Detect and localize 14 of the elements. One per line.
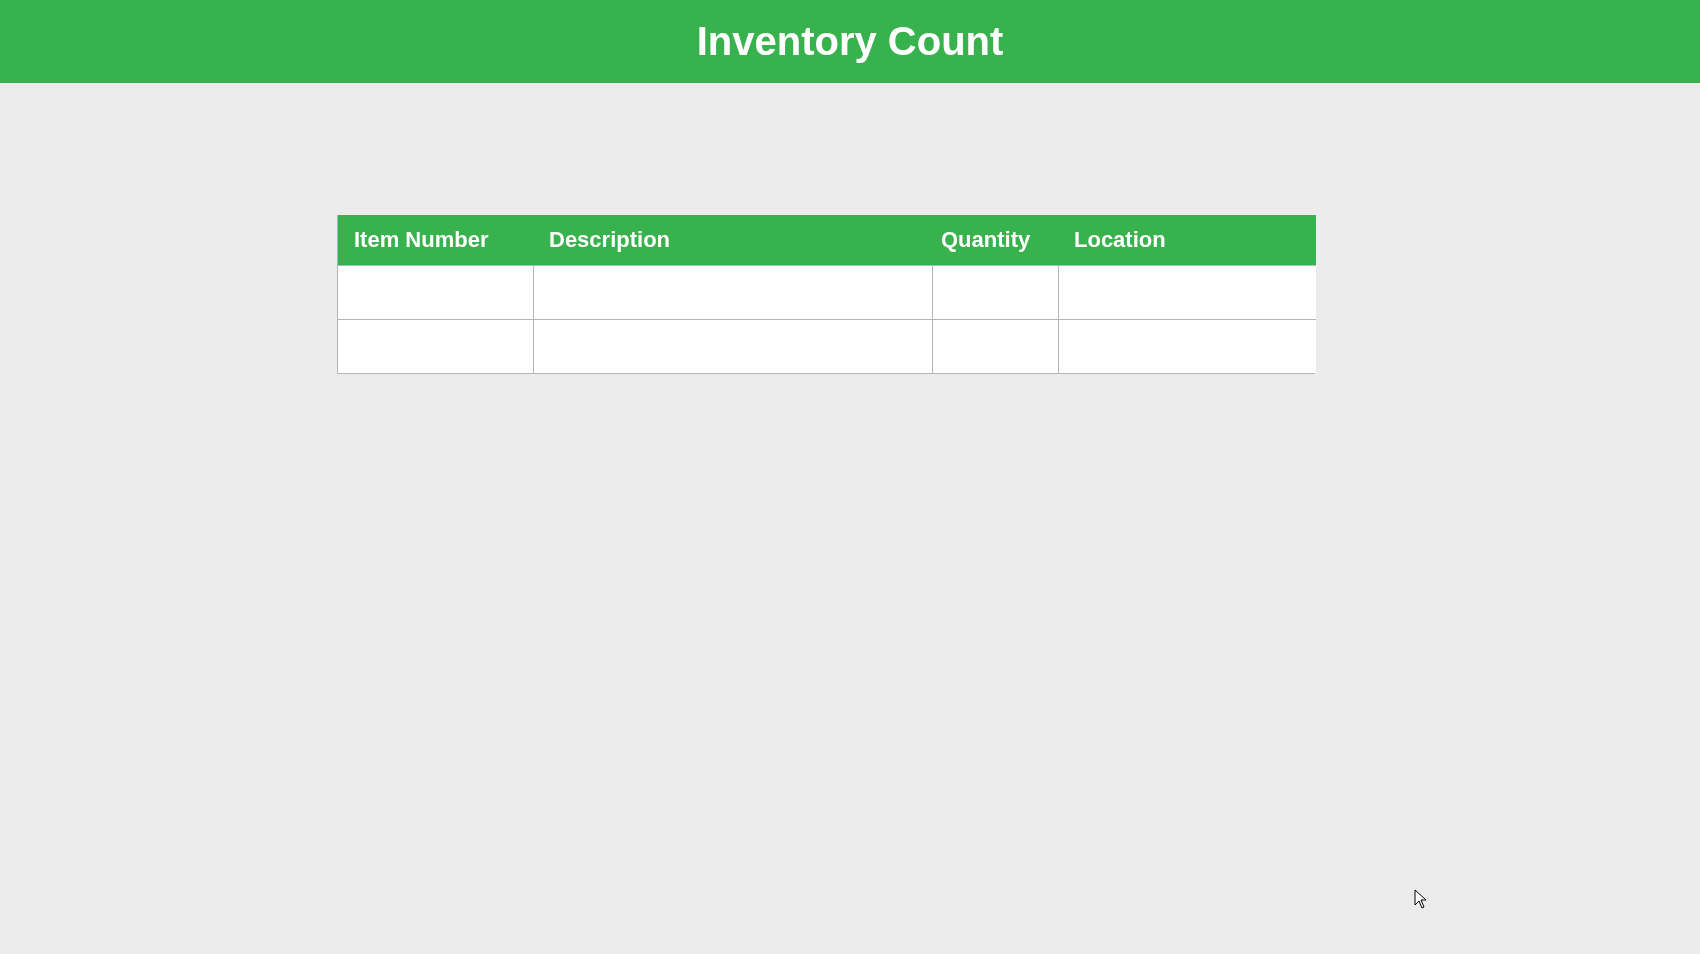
table-cell[interactable]: [932, 319, 1058, 373]
column-header: Description: [533, 215, 932, 265]
table-cell[interactable]: [338, 265, 533, 319]
column-header: Location: [1058, 215, 1316, 265]
table-cell[interactable]: [1058, 319, 1316, 373]
table-cell[interactable]: [1058, 265, 1316, 319]
mouse-pointer-icon: [1414, 889, 1428, 909]
table-cell[interactable]: [338, 319, 533, 373]
page-title: Inventory Count: [696, 19, 1004, 64]
table-cell[interactable]: [533, 319, 932, 373]
column-header: Item Number: [338, 215, 533, 265]
column-header: Quantity: [932, 215, 1058, 265]
table-cell[interactable]: [533, 265, 932, 319]
table-cell[interactable]: [932, 265, 1058, 319]
